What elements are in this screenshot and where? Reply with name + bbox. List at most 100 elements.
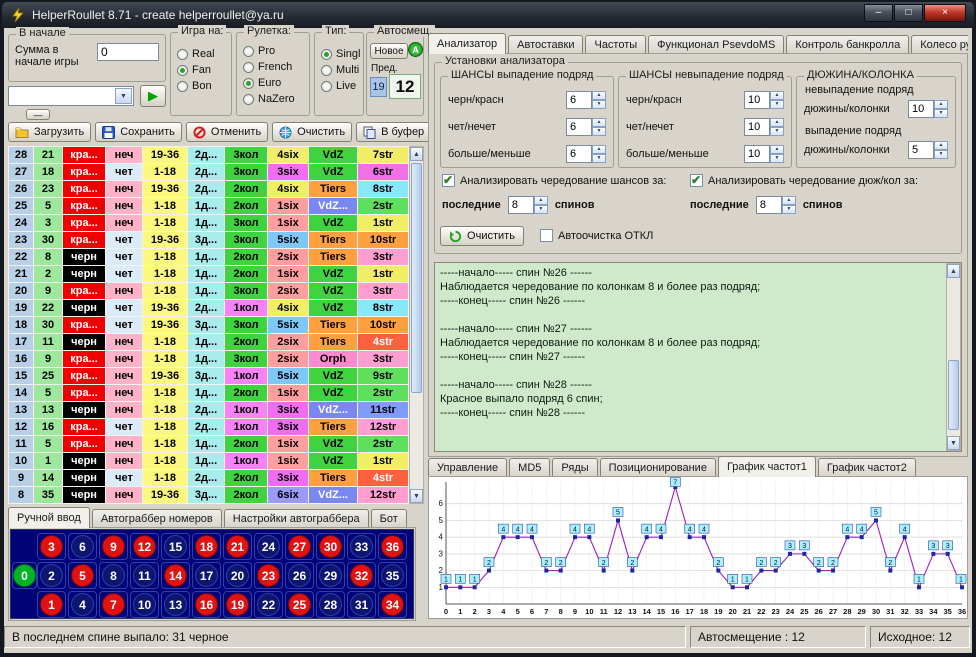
spin-down-arrow[interactable]: ▼ [782,205,796,214]
number-button-8[interactable]: 8 [99,562,128,589]
radio-option-multi[interactable]: Multi [315,62,363,78]
clear-table-button[interactable]: Очистить [272,122,352,142]
title-bar[interactable]: HelperRoullet 8.71 - create helperroulle… [2,2,974,28]
number-button-31[interactable]: 31 [347,591,376,618]
log-scrollbar[interactable]: ▲ ▼ [946,263,961,451]
table-row[interactable]: 2821кра...неч19-362д...3кол4sixVdZ7str [9,147,408,163]
table-row[interactable]: 835черннеч19-363д...2кол6sixVdZ...12str [9,487,408,503]
table-row[interactable]: 169кра...неч1-181д...3кол2sixOrph3str [9,351,408,367]
analyzer-tab-1[interactable]: Автоставки [508,35,583,54]
number-button-21[interactable]: 21 [223,533,252,560]
analyzer-log[interactable]: -----начало----- спин №26 ------ Наблюда… [434,262,962,452]
autoclean-checkbox[interactable]: Автоочистка ОТКЛ [540,229,653,242]
table-row[interactable]: 1525кра...неч19-363д...1кол5sixVdZ9str [9,368,408,384]
number-button-18[interactable]: 18 [192,533,221,560]
radio-option-pro[interactable]: Pro [237,43,309,59]
spin-up-arrow[interactable]: ▲ [592,145,606,154]
table-row[interactable]: 914чернчет1-182д...2кол3sixTiers4str [9,470,408,486]
table-row[interactable]: 2623кра...неч19-362д...2кол4sixTiers8str [9,181,408,197]
start-sum-input[interactable] [97,43,159,61]
number-button-14[interactable]: 14 [161,562,190,589]
save-button[interactable]: Сохранить [95,122,182,142]
input-tab-2[interactable]: Настройки автограббера [224,509,369,528]
table-row[interactable]: 1216кра...чет1-182д...1кол3sixTiers12str [9,419,408,435]
table-scrollbar[interactable]: ▲ ▼ [409,146,424,504]
spin-down-arrow[interactable]: ▼ [770,154,784,163]
number-button-30[interactable]: 30 [316,533,345,560]
number-button-7[interactable]: 7 [99,591,128,618]
maximize-button[interactable]: □ [894,4,923,22]
number-button-17[interactable]: 17 [192,562,221,589]
input-tab-3[interactable]: Бот [371,509,407,528]
number-button-24[interactable]: 24 [254,533,283,560]
spin-value[interactable]: 6 [566,145,592,163]
buffer-button[interactable]: В буфер [356,122,431,142]
table-row[interactable]: 1711черннеч1-181д...2кол2sixTiers4str [9,334,408,350]
spin-up-arrow[interactable]: ▲ [934,100,948,109]
number-button-22[interactable]: 22 [254,591,283,618]
table-row[interactable]: 255кра...неч1-181д...2кол1sixVdZ...2str [9,198,408,214]
new-autoshift-button[interactable]: Новое [370,43,408,59]
table-row[interactable]: 145кра...неч1-181д...2кол1sixVdZ2str [9,385,408,401]
number-button-15[interactable]: 15 [161,533,190,560]
number-button-19[interactable]: 19 [223,591,252,618]
scroll-up-arrow[interactable]: ▲ [947,264,960,278]
spin-value[interactable]: 8 [756,196,782,214]
autoshift-a-button[interactable]: А [408,42,423,57]
number-button-11[interactable]: 11 [130,562,159,589]
radio-option-nazero[interactable]: NaZero [237,91,309,107]
table-row[interactable]: 1922чернчет19-362д...1кол4sixVdZ8str [9,300,408,316]
spin-up-arrow[interactable]: ▲ [592,91,606,100]
number-button-1[interactable]: 1 [37,591,66,618]
spin-down-arrow[interactable]: ▼ [592,127,606,136]
radio-option-live[interactable]: Live [315,78,363,94]
chart-tab-1[interactable]: MD5 [509,458,550,477]
scroll-down-arrow[interactable]: ▼ [947,436,960,450]
radio-option-french[interactable]: French [237,59,309,75]
spin-up-arrow[interactable]: ▲ [782,196,796,205]
spin-up-arrow[interactable]: ▲ [534,196,548,205]
play-button[interactable]: ▶ [140,85,166,107]
spin-down-arrow[interactable]: ▼ [770,127,784,136]
table-row[interactable]: 2330кра...чет19-363д...3кол5sixTiers10st… [9,232,408,248]
spin-down-arrow[interactable]: ▼ [592,154,606,163]
radio-option-euro[interactable]: Euro [237,75,309,91]
analyzer-tab-4[interactable]: Контроль банкролла [786,35,909,54]
number-button-0[interactable]: 0 [12,562,37,589]
radio-option-real[interactable]: Real [171,46,231,62]
chart-tab-0[interactable]: Управление [428,458,507,477]
analyzer-tab-0[interactable]: Анализатор [428,33,506,54]
spin-down-arrow[interactable]: ▼ [770,100,784,109]
radio-option-singl[interactable]: Singl [315,46,363,62]
chart-tab-3[interactable]: Позиционирование [600,458,716,477]
number-button-5[interactable]: 5 [68,562,97,589]
number-button-29[interactable]: 29 [316,562,345,589]
analyzer-clear-button[interactable]: Очистить [440,226,524,246]
number-button-13[interactable]: 13 [161,591,190,618]
number-button-3[interactable]: 3 [37,533,66,560]
number-button-28[interactable]: 28 [316,591,345,618]
history-combobox[interactable]: ▼ [8,86,134,106]
combobox-dropdown-icon[interactable]: ▼ [115,88,132,104]
spin-value[interactable]: 6 [566,91,592,109]
spin-up-arrow[interactable]: ▲ [770,145,784,154]
number-button-33[interactable]: 33 [347,533,376,560]
number-button-20[interactable]: 20 [223,562,252,589]
number-button-27[interactable]: 27 [285,533,314,560]
table-row[interactable]: 212чернчет1-181д...2кол1sixVdZ1str [9,266,408,282]
spin-value[interactable]: 10 [908,100,934,118]
number-button-23[interactable]: 23 [254,562,283,589]
number-button-36[interactable]: 36 [378,533,407,560]
spin-down-arrow[interactable]: ▼ [592,100,606,109]
scroll-down-arrow[interactable]: ▼ [410,489,423,503]
analyze-chances-checkbox[interactable]: Анализировать чередование шансов за: [442,174,666,187]
minimize-button[interactable]: – [864,4,893,22]
chart-tab-5[interactable]: График частот2 [818,458,916,477]
input-tab-0[interactable]: Ручной ввод [8,507,90,528]
number-button-34[interactable]: 34 [378,591,407,618]
scrollbar-thumb[interactable] [411,163,422,393]
scroll-up-arrow[interactable]: ▲ [410,147,423,161]
spin-value[interactable]: 10 [744,118,770,136]
input-tab-1[interactable]: Автограббер номеров [92,509,222,528]
spin-up-arrow[interactable]: ▲ [770,91,784,100]
